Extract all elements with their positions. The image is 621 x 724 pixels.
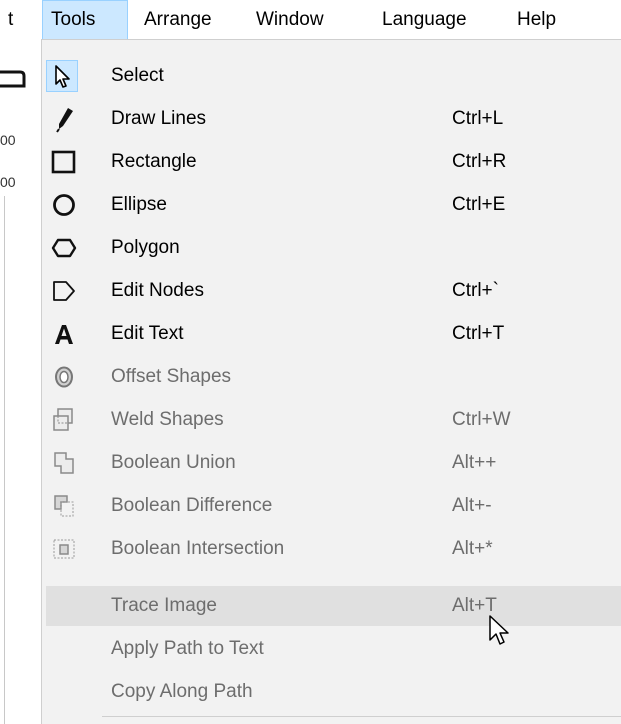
menu-item-label: Copy Along Path	[111, 681, 253, 702]
menu-item-shortcut: Alt+*	[452, 538, 493, 559]
menu-item-shortcut: Ctrl+T	[452, 323, 505, 344]
pointer-icon	[46, 60, 78, 92]
ruler-divider	[4, 196, 5, 724]
menu-item-offset-shapes[interactable]: Offset Shapes	[42, 357, 621, 397]
menu-help[interactable]: Help	[517, 0, 556, 40]
menu-item-shortcut: Ctrl+L	[452, 108, 504, 129]
menu-item-label: Edit Text	[111, 323, 184, 344]
menu-item-label: Ellipse	[111, 194, 167, 215]
menu-item-draw-lines[interactable]: Draw Lines Ctrl+L	[42, 99, 621, 139]
menu-item-weld-shapes[interactable]: Weld Shapes Ctrl+W	[42, 400, 621, 440]
menu-arrange[interactable]: Arrange	[144, 0, 212, 40]
menu-item-polygon[interactable]: Polygon	[42, 228, 621, 268]
menu-item-label: Offset Shapes	[111, 366, 232, 387]
pen-icon	[50, 105, 78, 133]
menu-item-label: Trace Image	[111, 595, 217, 616]
menu-item-label: Boolean Difference	[111, 495, 273, 516]
hexagon-icon	[50, 234, 78, 262]
menu-item-boolean-intersection[interactable]: Boolean Intersection Alt+*	[42, 529, 621, 569]
text-a-icon	[50, 320, 78, 348]
weld-shapes-icon	[50, 406, 78, 434]
menu-item-rectangle[interactable]: Rectangle Ctrl+R	[42, 142, 621, 182]
mouse-cursor-icon	[489, 615, 509, 645]
tools-dropdown-menu: Select Draw Lines Ctrl+L Rectangle Ctrl+…	[41, 39, 621, 724]
menu-item-label: Apply Path to Text	[111, 638, 264, 659]
menu-item-copy-along-path[interactable]: Copy Along Path	[42, 672, 621, 712]
menu-item-label: Edit Nodes	[111, 280, 204, 301]
menu-item-shortcut: Ctrl+R	[452, 151, 507, 172]
ellipse-icon	[50, 191, 78, 219]
pentagon-icon	[50, 277, 78, 305]
background-window: 00 00	[0, 40, 42, 724]
boolean-union-icon	[50, 449, 78, 477]
menu-item-boolean-union[interactable]: Boolean Union Alt++	[42, 443, 621, 483]
ruler-number: 00	[0, 132, 16, 148]
menu-item-ellipse[interactable]: Ellipse Ctrl+E	[42, 185, 621, 225]
toolbar-shape-icon	[0, 70, 26, 88]
menu-language[interactable]: Language	[382, 0, 467, 40]
menu-bar: t Tools Arrange Window Language Help	[0, 0, 621, 40]
menu-item-edit-text[interactable]: Edit Text Ctrl+T	[42, 314, 621, 354]
menu-item-label: Rectangle	[111, 151, 197, 172]
menu-tools[interactable]: Tools	[42, 0, 128, 40]
menu-window[interactable]: Window	[256, 0, 324, 40]
menu-item-label: Weld Shapes	[111, 409, 224, 430]
menu-item-shortcut: Alt++	[452, 452, 497, 473]
menu-item-label: Draw Lines	[111, 108, 207, 129]
ruler-number: 00	[0, 174, 16, 190]
menu-item-shortcut: Alt+-	[452, 495, 492, 516]
boolean-intersection-icon	[50, 535, 78, 563]
offset-shapes-icon	[50, 363, 78, 391]
menu-item-apply-path-to-text[interactable]: Apply Path to Text	[42, 629, 621, 669]
menu-item-label: Select	[111, 65, 164, 86]
menu-item-shortcut: Ctrl+`	[452, 280, 499, 301]
menu-item-boolean-difference[interactable]: Boolean Difference Alt+-	[42, 486, 621, 526]
menu-item-shortcut: Ctrl+W	[452, 409, 511, 430]
menu-separator	[102, 716, 621, 717]
boolean-difference-icon	[50, 492, 78, 520]
menu-item-label: Polygon	[111, 237, 180, 258]
menu-item-shortcut: Ctrl+E	[452, 194, 506, 215]
menu-item-select[interactable]: Select	[42, 56, 621, 96]
menu-item-label: Boolean Union	[111, 452, 236, 473]
menu-item-label: Boolean Intersection	[111, 538, 285, 559]
rectangle-icon	[50, 148, 78, 176]
menu-edit-partial[interactable]: t	[8, 0, 13, 40]
menu-item-edit-nodes[interactable]: Edit Nodes Ctrl+`	[42, 271, 621, 311]
menu-item-trace-image[interactable]: Trace Image Alt+T	[46, 586, 621, 626]
